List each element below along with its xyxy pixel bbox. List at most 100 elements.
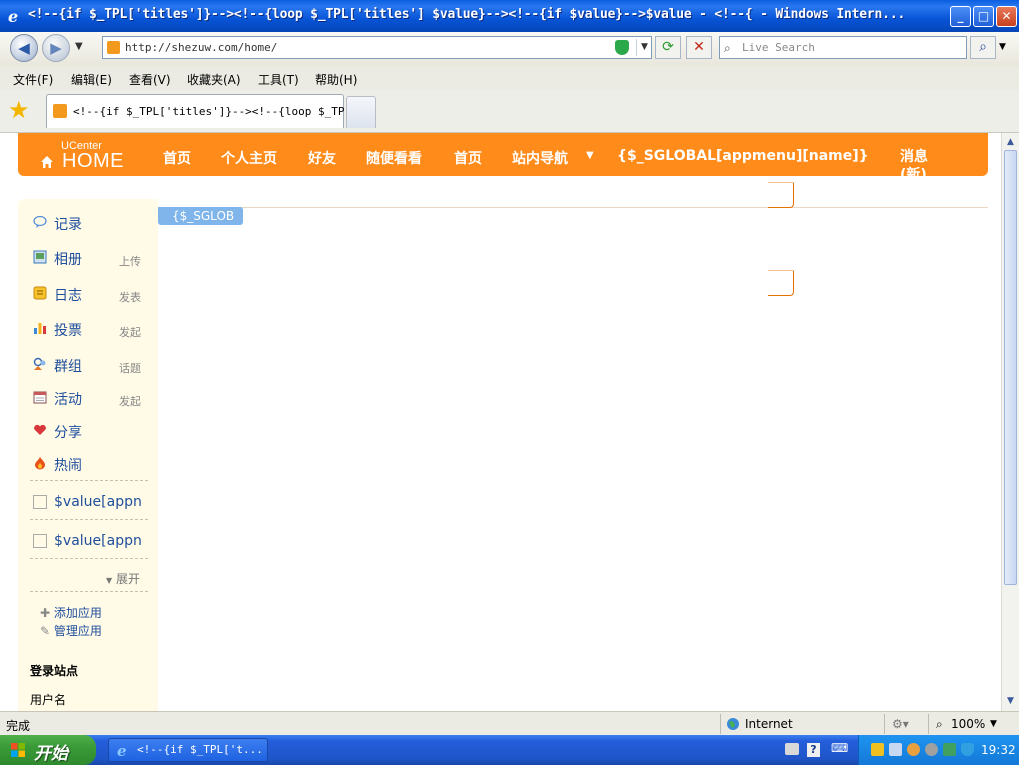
- sidebar-divider: [30, 480, 148, 481]
- tab-row: ★ <!--{if $_TPL['titles']}--><!--{loop $…: [0, 90, 1019, 133]
- sidebar-item-group[interactable]: 群组 话题: [18, 350, 158, 380]
- feed-tab-badge[interactable]: {$_SGLOB: [158, 207, 243, 225]
- clock: 19:32: [981, 743, 1016, 757]
- menu-edit[interactable]: 编辑(E): [71, 71, 112, 88]
- nav-home[interactable]: 首页: [163, 148, 191, 168]
- search-box[interactable]: ⌕ Live Search: [719, 36, 967, 59]
- sidebar-item-album[interactable]: 相册 上传: [18, 243, 158, 273]
- help-icon[interactable]: ?: [807, 743, 820, 757]
- popup-box-top: [768, 182, 794, 208]
- sidebar-item-action[interactable]: 上传: [119, 253, 141, 269]
- menu-favorites[interactable]: 收藏夹(A): [187, 71, 241, 88]
- history-dropdown-icon[interactable]: ▼: [75, 41, 83, 52]
- nav-profile[interactable]: 个人主页: [221, 148, 277, 168]
- sidebar-item-action[interactable]: 发表: [119, 289, 141, 305]
- search-button[interactable]: ⌕: [970, 36, 996, 59]
- maximize-button[interactable]: □: [973, 6, 994, 27]
- sidebar-item-label: 群组: [54, 359, 82, 375]
- nav-browse[interactable]: 随便看看: [366, 148, 422, 168]
- nav-site-navigation[interactable]: 站内导航: [512, 148, 568, 168]
- calendar-icon: [33, 391, 47, 404]
- antivirus-icon[interactable]: [907, 743, 920, 756]
- forward-button[interactable]: ▶: [42, 34, 70, 62]
- protected-mode-icon[interactable]: ⚙▾: [892, 717, 909, 731]
- nav-messages[interactable]: 消息(新): [900, 148, 940, 184]
- taskbar-item-ie[interactable]: e <!--{if $_TPL['t...: [108, 738, 268, 762]
- menu-bar: 文件(F) 编辑(E) 查看(V) 收藏夹(A) 工具(T) 帮助(H): [0, 66, 1019, 91]
- refresh-button[interactable]: ⟳: [655, 36, 681, 59]
- globe-icon: [727, 718, 739, 730]
- sidebar-item-share[interactable]: 分享: [18, 416, 158, 446]
- back-button[interactable]: ◀: [10, 34, 38, 62]
- close-window-button[interactable]: ✕: [996, 6, 1017, 27]
- scroll-thumb[interactable]: [1004, 150, 1017, 585]
- ime-icon[interactable]: ⌨: [831, 741, 848, 755]
- menu-view[interactable]: 查看(V): [129, 71, 171, 88]
- umbrella-icon[interactable]: [943, 743, 956, 756]
- zone-label: Internet: [745, 717, 793, 731]
- ie-logo-icon: e: [117, 742, 127, 758]
- menu-help[interactable]: 帮助(H): [315, 71, 357, 88]
- zoom-dropdown-icon[interactable]: ▼: [990, 719, 997, 729]
- stop-button[interactable]: ✕: [686, 36, 712, 59]
- system-tray: 19:32: [858, 735, 1019, 765]
- sidebar-app-label: $value[appn: [54, 533, 142, 549]
- manage-app-label: 管理应用: [53, 624, 102, 638]
- network-icon[interactable]: [889, 743, 902, 756]
- logo-home[interactable]: HOME: [62, 150, 124, 173]
- status-divider: [928, 714, 929, 734]
- sidebar-app-label: $value[appn: [54, 494, 142, 510]
- search-options-icon[interactable]: ▼: [999, 42, 1006, 52]
- address-dropdown-icon[interactable]: ▼: [636, 39, 652, 56]
- nav-friends[interactable]: 好友: [308, 148, 336, 168]
- sidebar-item-blog[interactable]: 日志 发表: [18, 279, 158, 309]
- minimize-button[interactable]: _: [950, 6, 971, 27]
- manage-app-link[interactable]: ✎ 管理应用: [40, 622, 102, 639]
- sidebar-item-action[interactable]: 发起: [119, 393, 141, 409]
- svg-text:e: e: [117, 742, 127, 758]
- site-favicon-icon: [107, 41, 120, 54]
- sidebar-item-records[interactable]: 记录: [18, 208, 158, 238]
- search-placeholder[interactable]: Live Search: [742, 41, 815, 54]
- address-bar[interactable]: http://shezuw.com/home/ ▼: [102, 36, 652, 59]
- scroll-up-icon[interactable]: ▲: [1004, 135, 1017, 149]
- sidebar-item-event[interactable]: 活动 发起: [18, 383, 158, 413]
- new-tab-button[interactable]: [346, 96, 376, 128]
- sidebar-item-label: 记录: [54, 217, 82, 233]
- tray-app-icon[interactable]: [871, 743, 884, 756]
- start-button[interactable]: 开始: [0, 735, 96, 765]
- nav-appmenu[interactable]: {$_SGLOBAL[appmenu][name]}: [617, 148, 869, 164]
- plus-icon: ✚: [40, 606, 51, 620]
- sidebar-app-item[interactable]: $value[appn: [18, 527, 158, 557]
- zoom-level[interactable]: 100%: [951, 717, 985, 731]
- windows-flag-icon: [11, 743, 25, 757]
- popup-box-bottom: [768, 270, 794, 296]
- address-url[interactable]: http://shezuw.com/home/: [125, 41, 277, 54]
- scroll-down-icon[interactable]: ▼: [1004, 694, 1017, 708]
- sidebar-item-hot[interactable]: 热闹: [18, 449, 158, 479]
- add-app-link[interactable]: ✚ 添加应用: [40, 604, 102, 621]
- security-shield-icon[interactable]: [961, 743, 974, 756]
- security-shield-icon[interactable]: [615, 40, 629, 55]
- sidebar-item-action[interactable]: 话题: [119, 360, 141, 376]
- menu-tools[interactable]: 工具(T): [258, 71, 299, 88]
- sidebar-item-action[interactable]: 发起: [119, 324, 141, 340]
- keyboard-icon[interactable]: [785, 743, 799, 755]
- sidebar-item-label: 活动: [54, 392, 82, 408]
- expand-toggle[interactable]: ▼ 展开: [106, 570, 140, 587]
- vertical-scrollbar[interactable]: ▲ ▼: [1001, 133, 1019, 711]
- sidebar-app-item[interactable]: $value[appn: [18, 488, 158, 518]
- favorites-star-icon[interactable]: ★: [8, 96, 30, 124]
- notebook-icon: [33, 286, 47, 300]
- nav-home-2[interactable]: 首页: [454, 148, 482, 168]
- content-divider: [158, 207, 988, 208]
- sidebar-item-label: 分享: [54, 425, 82, 441]
- window-titlebar: e <!--{if $_TPL['titles']}--><!--{loop $…: [0, 0, 1019, 32]
- nav-dropdown-icon[interactable]: ▼: [586, 150, 594, 161]
- site-header: UCenter HOME 首页 个人主页 好友 随便看看 首页 站内导航 ▼ {…: [18, 133, 988, 183]
- address-toolbar: ◀ ▶ ▼ http://shezuw.com/home/ ▼ ⟳ ✕ ⌕ Li…: [0, 32, 1019, 66]
- browser-tab-active[interactable]: <!--{if $_TPL['titles']}--><!--{loop $_T…: [46, 94, 364, 128]
- menu-file[interactable]: 文件(F): [13, 71, 53, 88]
- volume-icon[interactable]: [925, 743, 938, 756]
- sidebar-item-poll[interactable]: 投票 发起: [18, 314, 158, 344]
